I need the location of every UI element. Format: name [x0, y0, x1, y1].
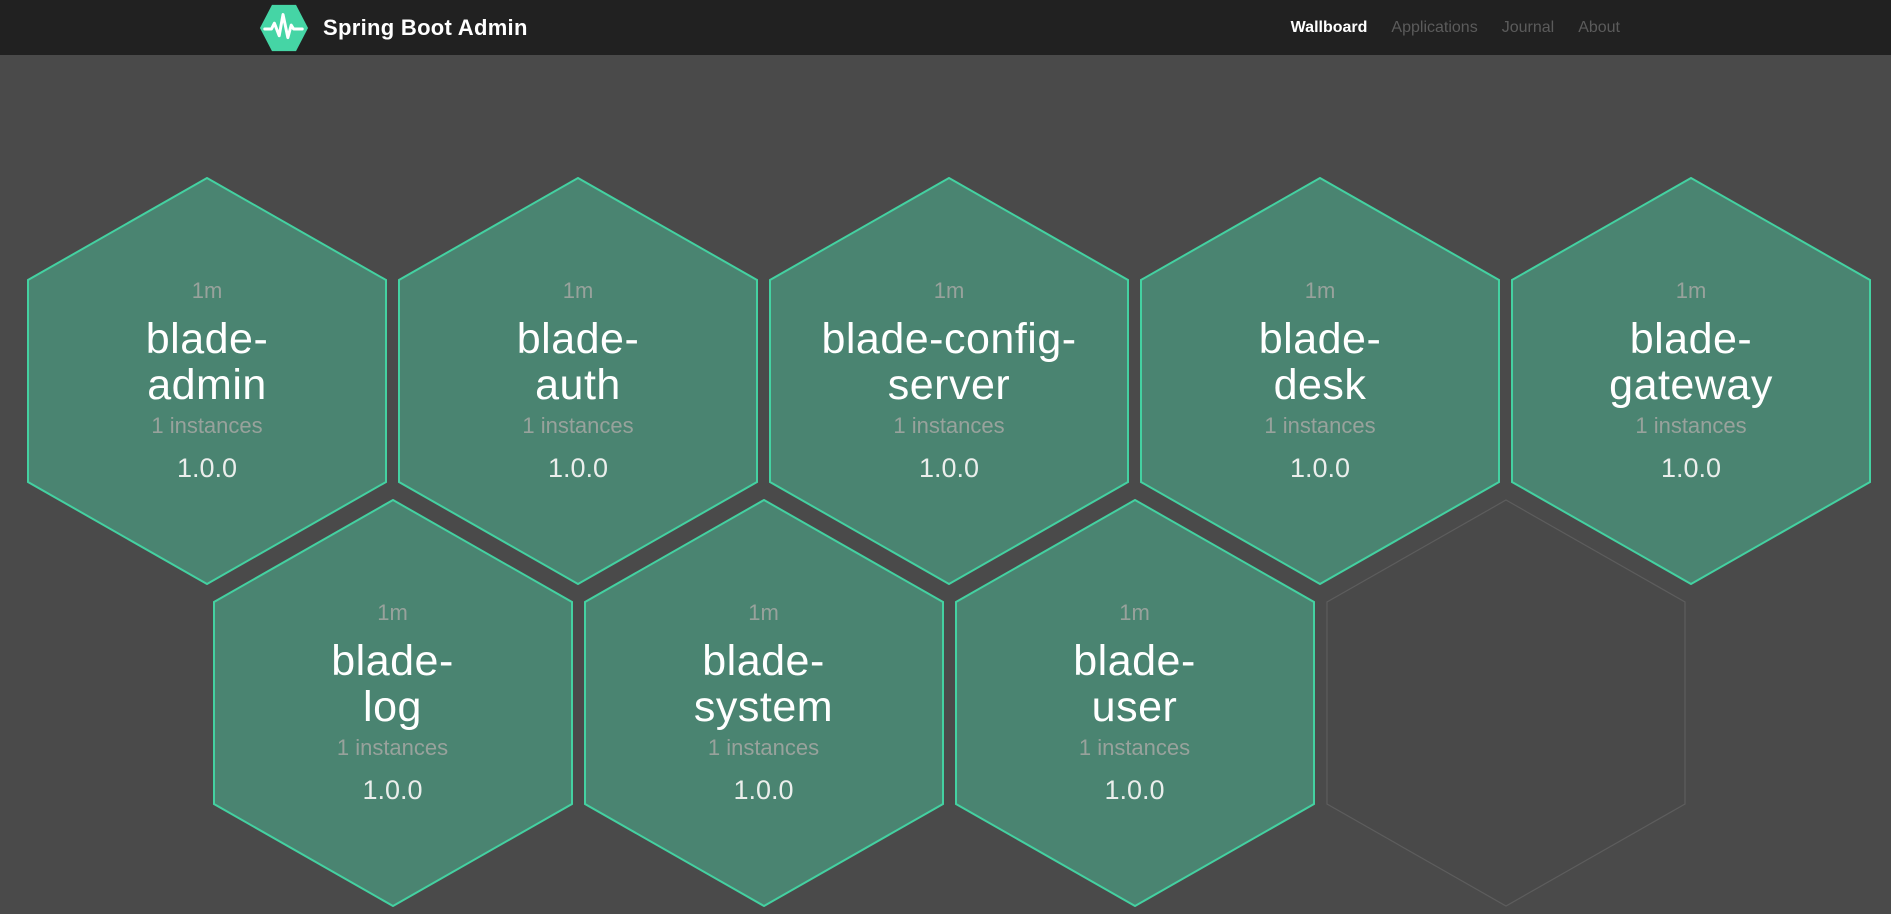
- main-nav: Wallboard Applications Journal About: [1291, 19, 1620, 37]
- app-hexagon-blade-log[interactable]: 1mblade-log1 instances1.0.0: [213, 499, 573, 907]
- wallboard: 1mblade-admin1 instances1.0.01mblade-aut…: [0, 55, 1891, 914]
- pulse-hexagon-icon: [258, 3, 310, 53]
- app-hexagon-blade-user[interactable]: 1mblade-user1 instances1.0.0: [955, 499, 1315, 907]
- top-navbar: Spring Boot Admin Wallboard Applications J…: [0, 0, 1891, 55]
- nav-item-wallboard[interactable]: Wallboard: [1291, 19, 1368, 37]
- hexagon-shape: [1326, 499, 1686, 907]
- empty-hexagon: [1326, 499, 1686, 907]
- hexagon-shape: [213, 499, 573, 907]
- nav-item-about[interactable]: About: [1578, 19, 1620, 37]
- hexagon-shape: [584, 499, 944, 907]
- nav-item-journal[interactable]: Journal: [1502, 19, 1554, 37]
- app-title: Spring Boot Admin: [323, 15, 528, 41]
- brand[interactable]: Spring Boot Admin: [258, 3, 528, 53]
- app-hexagon-blade-system[interactable]: 1mblade-system1 instances1.0.0: [584, 499, 944, 907]
- nav-item-applications[interactable]: Applications: [1391, 19, 1477, 37]
- hexagon-shape: [955, 499, 1315, 907]
